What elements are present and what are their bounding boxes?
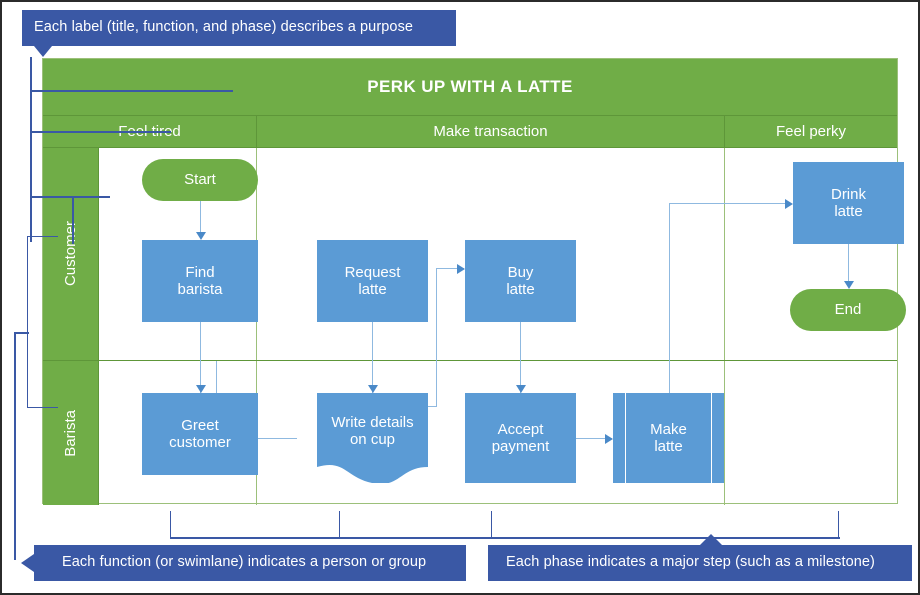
callout-labels: Each label (title, function, and phase) …	[22, 10, 456, 57]
callout-phases-text: Each phase indicates a major step (such …	[506, 554, 875, 571]
shape-accept-payment-label: Accept payment	[491, 420, 550, 455]
lane-barista: Barista Greet customer Write details on …	[43, 360, 897, 505]
shape-find-barista[interactable]: Find barista	[142, 240, 258, 322]
leader-swimlane-spine	[14, 332, 16, 560]
phase-header-row: Feel tired Make transaction Feel perky	[43, 115, 897, 147]
shape-accept-payment[interactable]: Accept payment	[465, 393, 576, 483]
arrowhead-find-to-greet	[196, 385, 206, 393]
arrowhead-accept-to-make	[605, 434, 613, 444]
shape-end[interactable]: End	[790, 289, 906, 331]
shape-request-latte[interactable]: Request latte	[317, 240, 428, 322]
diagram-title-text: PERK UP WITH A LATTE	[367, 77, 573, 96]
connector-write-out-v	[436, 361, 437, 406]
shape-find-barista-label: Find barista	[177, 263, 223, 298]
bracket-phase-left	[170, 511, 340, 539]
callout-phases: Each phase indicates a major step (such …	[488, 534, 912, 581]
phase-separator-4	[724, 361, 725, 505]
callout-tail-icon	[34, 46, 52, 57]
connector-make-to-drink-h	[669, 203, 791, 204]
shape-request-latte-label: Request latte	[344, 263, 401, 298]
shape-start[interactable]: Start	[142, 159, 258, 201]
leader-phase-join	[170, 537, 840, 539]
lane-body-customer: Start Find barista Request latte Buy lat…	[99, 148, 906, 396]
arrowhead-buy-to-accept	[516, 385, 526, 393]
bracket-swimlanes	[27, 236, 58, 408]
lane-customer: Customer Start Find barista Request latt…	[43, 148, 906, 396]
leader-to-title	[30, 90, 233, 92]
lane-body-barista: Greet customer Write details on cup Acce…	[99, 361, 897, 505]
shape-write-details-label: Write details on cup	[331, 413, 414, 448]
shape-end-label: End	[834, 301, 862, 319]
arrowhead-write-to-buy	[457, 264, 465, 274]
phase-header-feel-perky-label: Feel perky	[775, 123, 847, 140]
arrowhead-make-to-drink	[785, 199, 793, 209]
callout-labels-text: Each label (title, function, and phase) …	[34, 19, 414, 36]
shape-drink-latte-label: Drink latte	[830, 185, 866, 220]
leader-to-lane	[30, 196, 110, 198]
diagram-page: Each label (title, function, and phase) …	[0, 0, 920, 595]
phase-separator-2	[724, 148, 725, 360]
phase-header-make-transaction: Make transaction	[257, 116, 725, 147]
shape-start-label: Start	[184, 171, 216, 189]
shape-buy-latte[interactable]: Buy latte	[465, 240, 576, 322]
leader-lane-drop	[72, 196, 74, 244]
callout-phases-tail-icon	[700, 534, 722, 545]
connector-start-to-find	[200, 201, 201, 232]
shape-write-details[interactable]: Write details on cup	[317, 393, 428, 483]
arrowhead-request-to-write	[368, 385, 378, 393]
predefined-process-bar-right-icon	[711, 393, 712, 483]
phase-header-make-transaction-label: Make transaction	[433, 123, 548, 140]
connector-make-to-drink-v	[669, 203, 670, 396]
arrowhead-drink-to-end	[844, 281, 854, 289]
phase-header-feel-perky: Feel perky	[725, 116, 897, 147]
leader-swimlane-join	[14, 332, 29, 334]
callout-functions-tail-icon	[21, 554, 34, 572]
shape-drink-latte[interactable]: Drink latte	[793, 162, 904, 244]
shape-make-latte[interactable]: Make latte	[613, 393, 724, 483]
swimlane-diagram: PERK UP WITH A LATTE Feel tired Make tra…	[42, 58, 906, 505]
diagram-title: PERK UP WITH A LATTE	[43, 59, 897, 115]
shape-greet-customer-label: Greet customer	[169, 416, 231, 451]
leader-to-phase	[30, 131, 171, 133]
lanes-area: Customer Start Find barista Request latt…	[43, 147, 906, 505]
bracket-phase-right	[491, 511, 839, 539]
predefined-process-bar-left-icon	[625, 393, 626, 483]
shape-greet-customer[interactable]: Greet customer	[142, 393, 258, 475]
connector-drink-to-end	[848, 244, 849, 281]
callout-functions: Each function (or swimlane) indicates a …	[21, 545, 466, 581]
lane-header-barista-label: Barista	[62, 409, 79, 457]
shape-buy-latte-label: Buy latte	[506, 263, 535, 298]
arrowhead-start-to-find	[196, 232, 206, 240]
connector-greet-out-h	[258, 438, 297, 439]
shape-make-latte-label: Make latte	[650, 420, 687, 455]
lane-header-customer-label: Customer	[62, 221, 79, 287]
callout-functions-text: Each function (or swimlane) indicates a …	[62, 554, 427, 571]
leader-spine-title	[30, 57, 32, 242]
